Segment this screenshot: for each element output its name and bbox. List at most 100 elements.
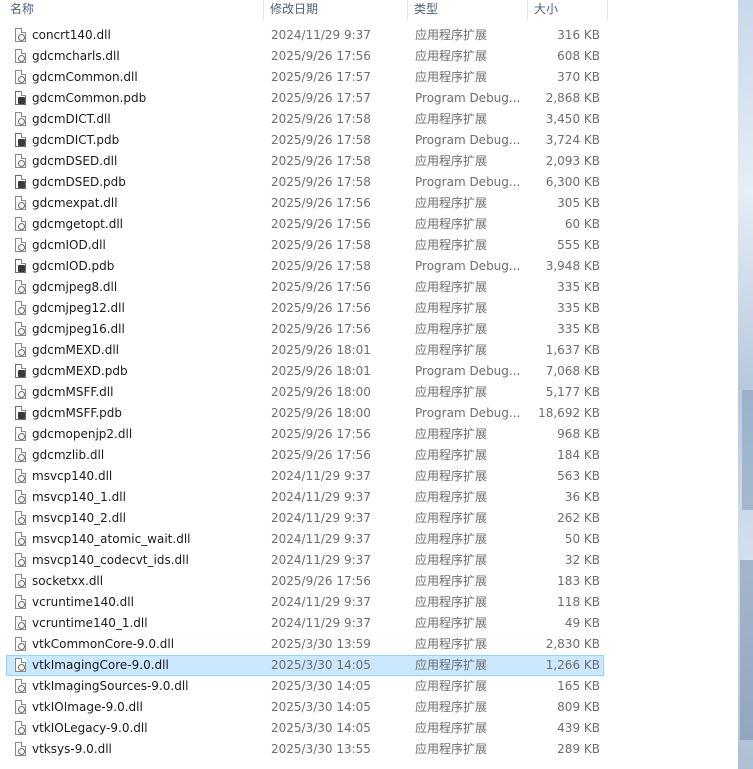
file-date: 2025/9/26 17:58 <box>271 112 371 126</box>
file-type: 应用程序扩展 <box>415 595 488 609</box>
file-size: 183 KB <box>557 574 600 588</box>
file-date: 2025/9/26 17:58 <box>271 154 371 168</box>
file-type: 应用程序扩展 <box>415 553 488 567</box>
file-date: 2025/9/26 17:57 <box>271 91 371 105</box>
file-name: vtkImagingSources-9.0.dll <box>32 679 189 693</box>
file-size: 968 KB <box>557 427 600 441</box>
file-row[interactable]: socketxx.dll 2025/9/26 17:56 应用程序扩展 183 KB <box>6 571 604 592</box>
file-date: 2025/9/26 18:00 <box>271 385 371 399</box>
dll-file-icon <box>15 427 26 441</box>
dll-file-icon <box>15 301 26 315</box>
file-row[interactable]: gdcmopenjp2.dll 2025/9/26 17:56 应用程序扩展 968 … <box>6 424 604 445</box>
file-name: msvcp140_2.dll <box>32 511 126 525</box>
file-type: Program Debug... <box>415 364 521 378</box>
column-header-name[interactable]: 名称 <box>0 0 264 20</box>
file-row[interactable]: msvcp140.dll 2024/11/29 9:37 应用程序扩展 563 KB <box>6 466 604 487</box>
file-type: 应用程序扩展 <box>415 343 488 357</box>
file-name: gdcmDSED.dll <box>32 154 118 168</box>
file-row[interactable]: gdcmMSFF.dll 2025/9/26 18:00 应用程序扩展 5,177 K… <box>6 382 604 403</box>
file-row[interactable]: gdcmMEXD.dll 2025/9/26 18:01 应用程序扩展 1,637 K… <box>6 340 604 361</box>
file-size: 2,830 KB <box>545 637 600 651</box>
file-row[interactable]: gdcmjpeg8.dll 2025/9/26 17:56 应用程序扩展 335 KB <box>6 277 604 298</box>
file-date: 2025/3/30 14:05 <box>271 679 371 693</box>
file-row[interactable]: vtkIOLegacy-9.0.dll 2025/3/30 14:05 应用程序扩展… <box>6 718 604 739</box>
dll-file-icon <box>15 238 26 252</box>
pdb-file-icon <box>15 133 26 147</box>
file-date: 2024/11/29 9:37 <box>271 595 371 609</box>
file-size: 18,692 KB <box>538 406 600 420</box>
file-type: 应用程序扩展 <box>415 49 488 63</box>
file-size: 439 KB <box>557 721 600 735</box>
file-row[interactable]: gdcmCommon.dll 2025/9/26 17:57 应用程序扩展 370 K… <box>6 67 604 88</box>
file-row[interactable]: vcruntime140.dll 2024/11/29 9:37 应用程序扩展 118… <box>6 592 604 613</box>
file-row[interactable]: msvcp140_atomic_wait.dll 2024/11/29 9:37 应… <box>6 529 604 550</box>
file-name: vcruntime140_1.dll <box>32 616 148 630</box>
file-row[interactable]: concrt140.dll 2024/11/29 9:37 应用程序扩展 316 KB <box>6 25 604 46</box>
file-date: 2024/11/29 9:37 <box>271 553 371 567</box>
file-name: gdcmjpeg12.dll <box>32 301 125 315</box>
file-type: Program Debug... <box>415 91 521 105</box>
file-size: 118 KB <box>557 595 600 609</box>
file-name: vtksys-9.0.dll <box>32 742 112 756</box>
file-size: 608 KB <box>557 49 600 63</box>
file-row[interactable]: gdcmDICT.dll 2025/9/26 17:58 应用程序扩展 3,450 K… <box>6 109 604 130</box>
file-name: gdcmDSED.pdb <box>32 175 126 189</box>
file-name: socketxx.dll <box>32 574 104 588</box>
column-header-date[interactable]: 修改日期 <box>264 0 408 20</box>
file-row[interactable]: gdcmzlib.dll 2025/9/26 17:56 应用程序扩展 184 KB <box>6 445 604 466</box>
dll-file-icon <box>15 49 26 63</box>
file-date: 2024/11/29 9:37 <box>271 511 371 525</box>
file-row[interactable]: gdcmDSED.pdb 2025/9/26 17:58 Program Debug… <box>6 172 604 193</box>
file-size: 184 KB <box>557 448 600 462</box>
pdb-file-icon <box>15 259 26 273</box>
file-type: 应用程序扩展 <box>415 280 488 294</box>
pdb-file-icon <box>15 406 26 420</box>
file-size: 2,093 KB <box>545 154 600 168</box>
file-row[interactable]: vtksys-9.0.dll 2025/3/30 13:55 应用程序扩展 289 K… <box>6 739 604 760</box>
file-name: gdcmDICT.dll <box>32 112 111 126</box>
file-row[interactable]: gdcmDSED.dll 2025/9/26 17:58 应用程序扩展 2,093 K… <box>6 151 604 172</box>
file-size: 289 KB <box>557 742 600 756</box>
file-row[interactable]: gdcmIOD.dll 2025/9/26 17:58 应用程序扩展 555 KB <box>6 235 604 256</box>
dll-file-icon <box>15 700 26 714</box>
dll-file-icon <box>15 595 26 609</box>
file-row[interactable]: vcruntime140_1.dll 2024/11/29 9:37 应用程序扩展 4… <box>6 613 604 634</box>
file-type: 应用程序扩展 <box>415 574 488 588</box>
file-row[interactable]: gdcmDICT.pdb 2025/9/26 17:58 Program Debug… <box>6 130 604 151</box>
file-size: 335 KB <box>557 280 600 294</box>
file-row[interactable]: gdcmMEXD.pdb 2025/9/26 18:01 Program Debug… <box>6 361 604 382</box>
file-size: 32 KB <box>564 553 600 567</box>
file-row[interactable]: msvcp140_1.dll 2024/11/29 9:37 应用程序扩展 36 KB <box>6 487 604 508</box>
file-size: 335 KB <box>557 301 600 315</box>
pdb-file-icon <box>15 175 26 189</box>
file-type: 应用程序扩展 <box>415 637 488 651</box>
file-row[interactable]: vtkCommonCore-9.0.dll 2025/3/30 13:59 应用程序… <box>6 634 604 655</box>
column-header-size[interactable]: 大小 <box>528 0 608 20</box>
file-row[interactable]: vtkImagingCore-9.0.dll 2025/3/30 14:05 应用程… <box>6 655 604 676</box>
file-row[interactable]: gdcmjpeg12.dll 2025/9/26 17:56 应用程序扩展 335 K… <box>6 298 604 319</box>
file-type: 应用程序扩展 <box>415 679 488 693</box>
column-header-type[interactable]: 类型 <box>408 0 528 20</box>
file-row[interactable]: msvcp140_codecvt_ids.dll 2024/11/29 9:37 应… <box>6 550 604 571</box>
file-name: gdcmCommon.dll <box>32 70 138 84</box>
file-row[interactable]: vtkIOImage-9.0.dll 2025/3/30 14:05 应用程序扩展 8… <box>6 697 604 718</box>
file-row[interactable]: gdcmcharls.dll 2025/9/26 17:56 应用程序扩展 608 K… <box>6 46 604 67</box>
file-size: 316 KB <box>557 28 600 42</box>
file-row[interactable]: gdcmIOD.pdb 2025/9/26 17:58 Program Debug.… <box>6 256 604 277</box>
file-row[interactable]: gdcmMSFF.pdb 2025/9/26 18:00 Program Debug… <box>6 403 604 424</box>
file-row[interactable]: gdcmexpat.dll 2025/9/26 17:56 应用程序扩展 305 KB <box>6 193 604 214</box>
file-date: 2025/9/26 17:56 <box>271 301 371 315</box>
file-name: vtkIOImage-9.0.dll <box>32 700 143 714</box>
file-type: 应用程序扩展 <box>415 154 488 168</box>
file-row[interactable]: gdcmCommon.pdb 2025/9/26 17:57 Program Deb… <box>6 88 604 109</box>
file-row[interactable]: msvcp140_2.dll 2024/11/29 9:37 应用程序扩展 262 K… <box>6 508 604 529</box>
file-name: vtkCommonCore-9.0.dll <box>32 637 175 651</box>
pdb-file-icon <box>15 91 26 105</box>
file-row[interactable]: vtkImagingSources-9.0.dll 2025/3/30 14:05… <box>6 676 604 697</box>
file-type: 应用程序扩展 <box>415 196 488 210</box>
file-type: 应用程序扩展 <box>415 385 488 399</box>
file-type: 应用程序扩展 <box>415 112 488 126</box>
file-row[interactable]: gdcmgetopt.dll 2025/9/26 17:56 应用程序扩展 60 KB <box>6 214 604 235</box>
file-row[interactable]: gdcmjpeg16.dll 2025/9/26 17:56 应用程序扩展 335 K… <box>6 319 604 340</box>
file-type: 应用程序扩展 <box>415 700 488 714</box>
